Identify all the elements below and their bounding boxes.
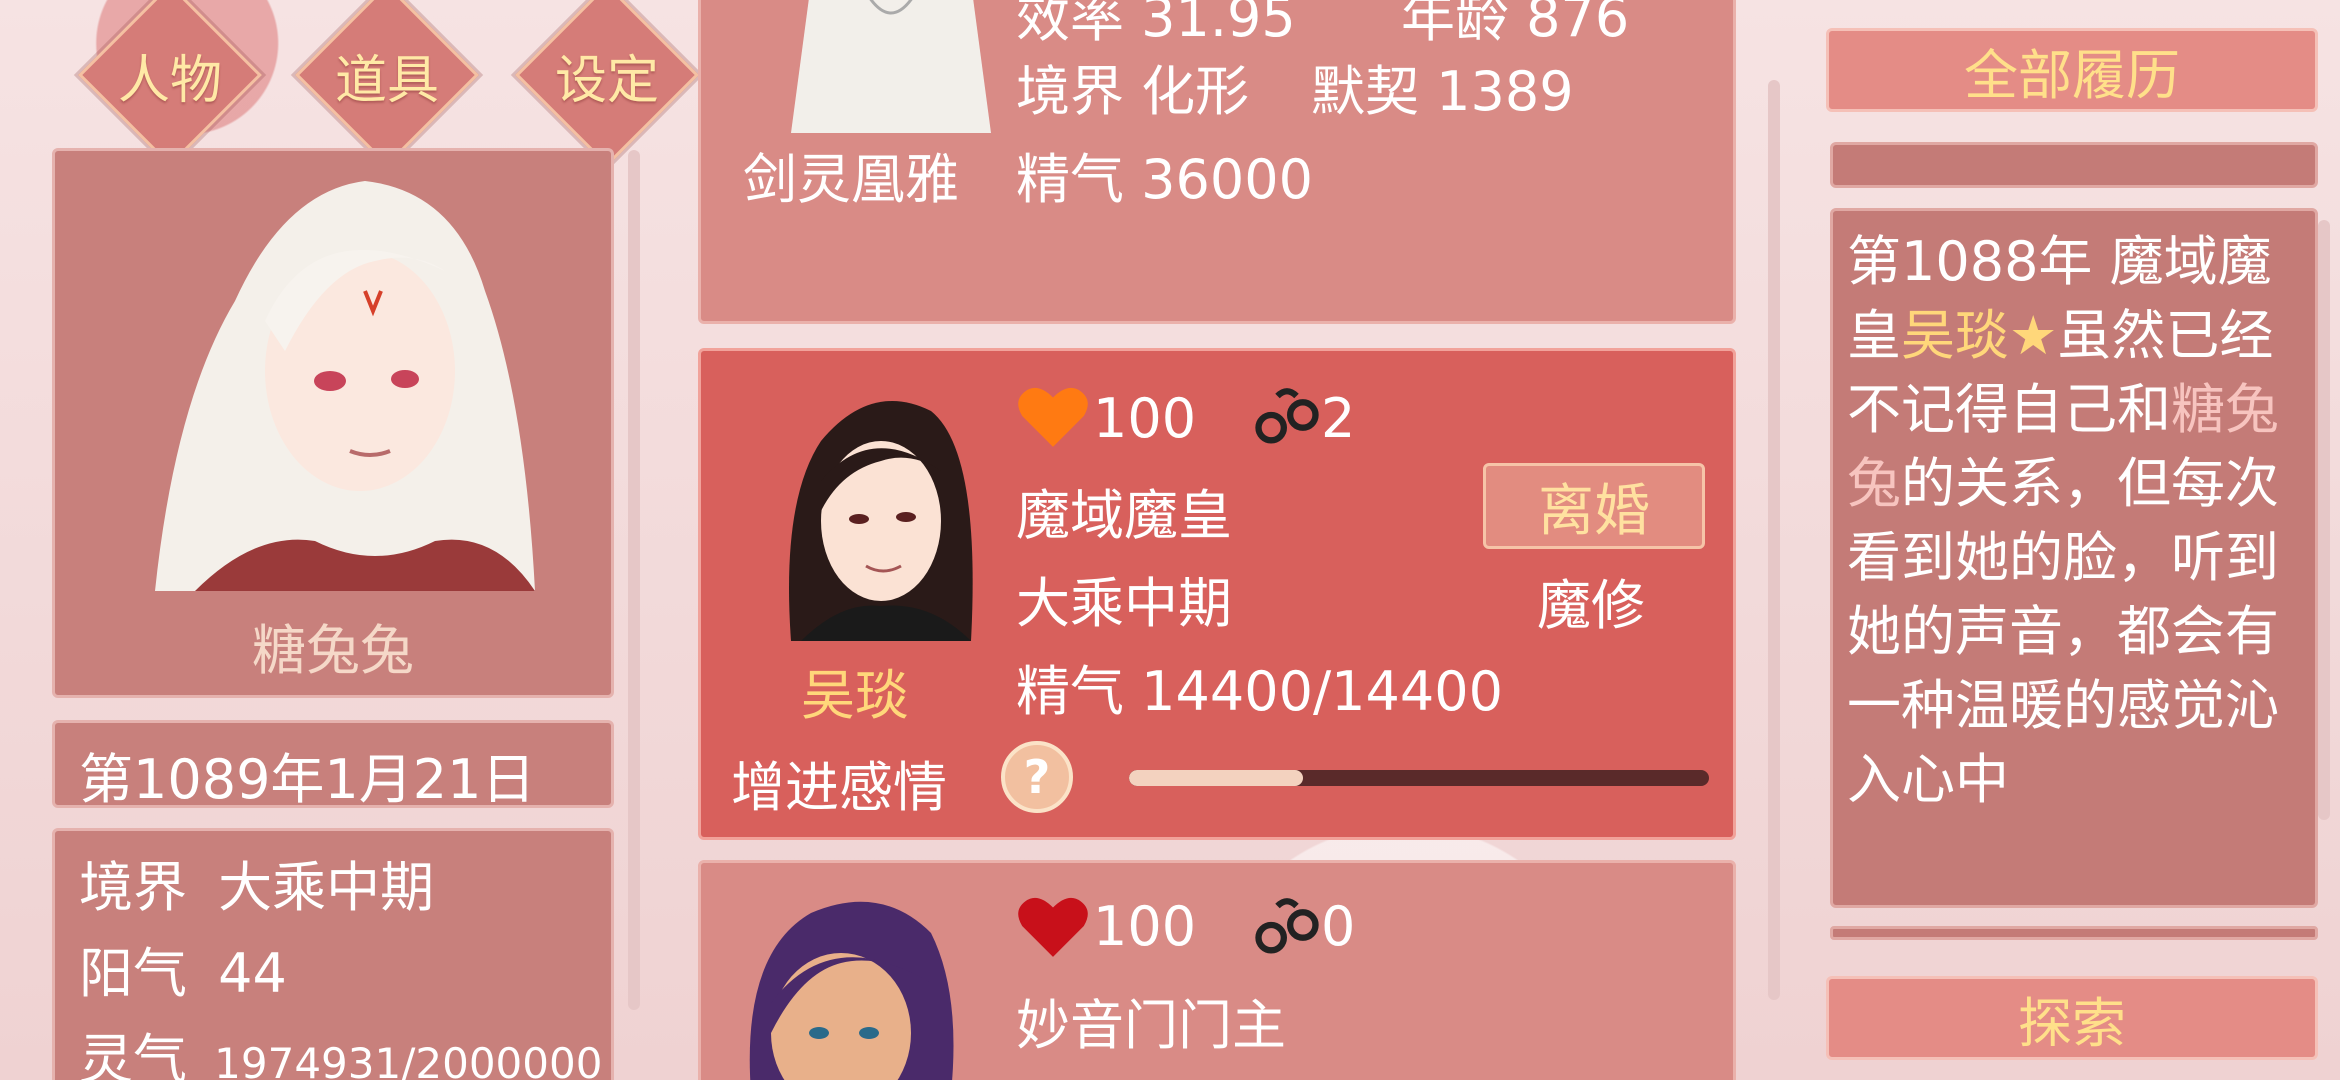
- nav-label: 人物: [117, 50, 222, 111]
- chains-value: 0: [1321, 895, 1356, 958]
- mate-realm: 境界 化形: [1016, 60, 1250, 123]
- player-portrait-card[interactable]: 糖兔兔: [52, 148, 614, 698]
- log-entry-partial: [1830, 926, 2318, 940]
- chains-value: 2: [1321, 387, 1356, 450]
- affection-value: 100: [1093, 895, 1197, 958]
- all-history-button[interactable]: 全部履历: [1826, 28, 2318, 112]
- realm-label: 境界: [79, 856, 187, 919]
- player-name: 糖兔兔: [252, 619, 414, 682]
- left-scrollbar[interactable]: [628, 150, 640, 1010]
- chains-icon: [1255, 388, 1319, 444]
- affection-progress-bar: [1129, 770, 1709, 786]
- realm-row: 境界 大乘中期: [79, 843, 434, 922]
- nav-label: 道具: [334, 50, 439, 111]
- yang-row: 阳气 44: [79, 929, 287, 1008]
- date-card: 第1089年1月21日: [52, 720, 614, 811]
- yang-label: 阳气: [79, 942, 187, 1005]
- nav-items-button[interactable]: 道具: [292, 0, 482, 167]
- mates-scrollbar[interactable]: [1768, 80, 1780, 1000]
- realm-value: 大乘中期: [218, 856, 435, 919]
- chains-icon: [1255, 898, 1319, 954]
- mate-card-active[interactable]: 吴琰 100 2 魔域魔皇 大乘中期 精气 14400/14400 离婚 魔修 …: [698, 348, 1736, 840]
- mate-name: 吴琰: [801, 664, 909, 727]
- mate-realm: 大乘中期: [1016, 572, 1232, 635]
- log-scrollbar[interactable]: [2318, 220, 2330, 820]
- affection-progress-fill: [1129, 770, 1303, 786]
- affection-value: 100: [1093, 387, 1197, 450]
- mate-portrait: [791, 0, 991, 133]
- boost-affection-label: 增进感情: [731, 756, 947, 819]
- nav-characters-button[interactable]: 人物: [75, 0, 265, 167]
- log-entry-partial: [1830, 142, 2318, 188]
- mate-portrait: [789, 401, 973, 641]
- nav-settings-button[interactable]: 设定: [512, 0, 702, 167]
- mate-bond: 默契 1389: [1311, 60, 1574, 123]
- star-icon: ★: [2009, 304, 2058, 367]
- spirit-label: 灵气: [79, 1028, 187, 1080]
- spirit-row: 灵气 1974931/2000000: [79, 1015, 602, 1080]
- history-log-card: 第1088年 魔域魔皇吴琰★虽然已经不记得自己和糖兔兔的关系，但每次看到她的脸，…: [1830, 208, 2318, 908]
- mate-essence: 精气 14400/14400: [1016, 660, 1503, 723]
- spirit-value: 1974931/2000000: [214, 1039, 603, 1080]
- mate-card[interactable]: 100 0 妙音门门主: [698, 860, 1736, 1080]
- mate-title: 妙音门门主: [1016, 994, 1286, 1057]
- player-stats-card: 境界 大乘中期 阳气 44 灵气 1974931/2000000: [52, 828, 614, 1080]
- mate-efficiency: 效率 31.95: [1016, 0, 1296, 49]
- mate-class: 魔修: [1537, 574, 1645, 637]
- heart-icon: [1018, 897, 1088, 957]
- player-portrait: [155, 181, 535, 591]
- mate-title: 魔域魔皇: [1016, 484, 1232, 547]
- yang-value: 44: [218, 942, 287, 1005]
- heart-icon: [1018, 387, 1088, 447]
- explore-button[interactable]: 探索: [1826, 976, 2318, 1060]
- nav-label: 设定: [554, 50, 659, 111]
- help-icon[interactable]: ?: [1001, 741, 1073, 813]
- log-mate-name: 吴琰: [1901, 304, 2009, 367]
- mate-card[interactable]: 效率 31.95 年龄 876 境界 化形 默契 1389 剑灵凰雅 精气 36…: [698, 0, 1736, 324]
- mate-essence: 精气 36000: [1016, 148, 1313, 211]
- mate-age: 年龄 876: [1401, 0, 1630, 49]
- log-text-3: 的关系，但每次看到她的脸，听到她的声音，都会有一种温暖的感觉沁入心中: [1847, 452, 2279, 811]
- mate-name: 剑灵凰雅: [743, 148, 959, 211]
- divorce-button[interactable]: 离婚: [1483, 463, 1705, 549]
- mate-portrait: [749, 901, 954, 1080]
- game-date: 第1089年1月21日: [79, 748, 536, 811]
